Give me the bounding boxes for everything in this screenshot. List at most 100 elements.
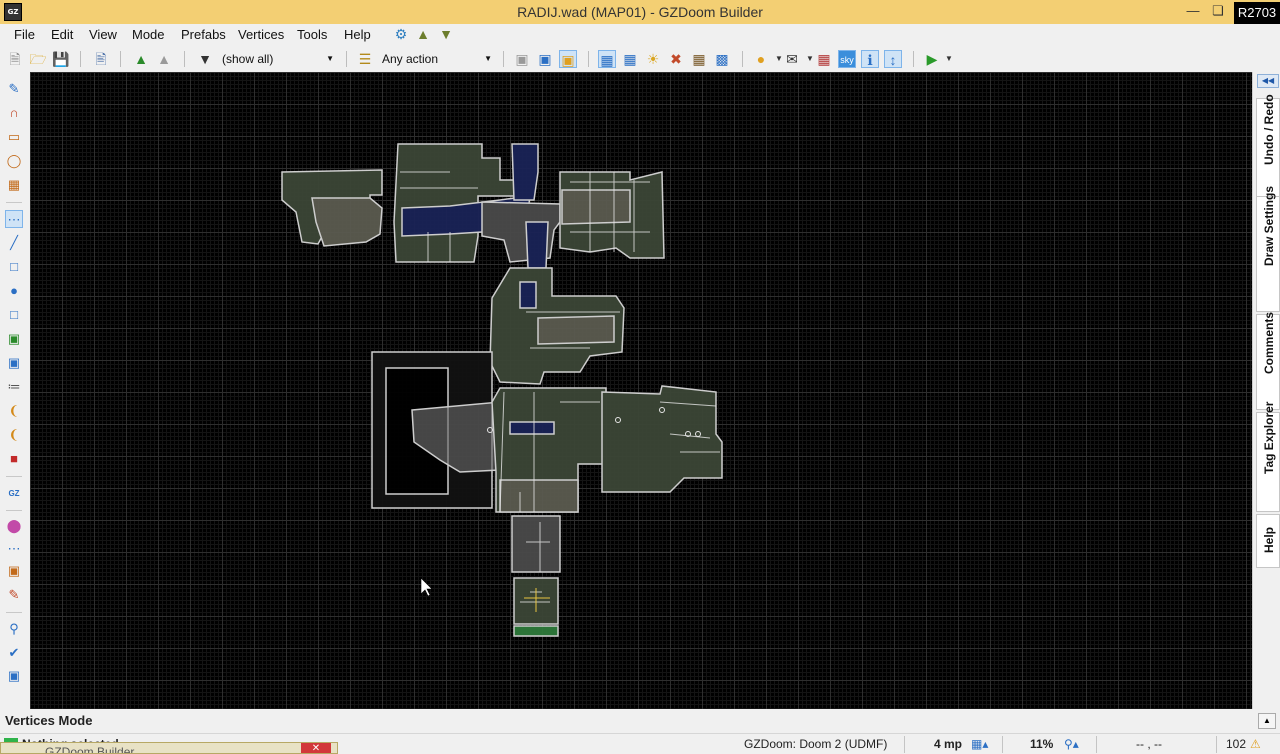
vertices-mode-icon[interactable]: ⋯ — [5, 210, 23, 228]
dynamic-light-icon[interactable]: ☀ — [644, 50, 662, 68]
expand-info-icon[interactable]: ▲ — [1258, 713, 1276, 729]
save-map-icon[interactable]: 💾 — [52, 50, 70, 68]
linedef-draw-icon[interactable]: ✎ — [5, 80, 23, 98]
new-map-icon[interactable]: 🗎 — [6, 50, 24, 68]
menu-vertices[interactable]: Vertices — [238, 27, 284, 42]
toolbar: 🗎 🗁 💾 🖹 ▲ ▲ ▼ (show all) ▼ ☰ Any action ▼ … — [0, 46, 1280, 72]
menu-bar: File Edit View Mode Prefabs Vertices Too… — [0, 24, 1280, 46]
map-sector — [511, 143, 539, 201]
chevron-down-icon: ▼ — [484, 54, 492, 63]
tab-tag-explorer[interactable]: Tag Explorer — [1256, 401, 1280, 512]
copy-icon[interactable]: ▣ — [513, 50, 531, 68]
bridge-icon[interactable]: ▣ — [5, 330, 23, 348]
sky-icon[interactable]: sky — [838, 50, 856, 68]
envelope-icon[interactable]: ✉ — [783, 50, 801, 68]
script-editor-icon[interactable]: 🖹 — [92, 50, 110, 68]
draw-line-icon[interactable]: ✎ — [5, 586, 23, 604]
menu-edit[interactable]: Edit — [51, 27, 73, 42]
info-panel: Vertices Mode ▲ — [0, 709, 1280, 733]
taskbar-popup[interactable]: GZDoom Builder ✕ — [0, 742, 338, 754]
action-value: Any action — [382, 52, 439, 66]
mouse-cursor-icon — [420, 577, 433, 597]
open-map-icon[interactable]: 🗁 — [29, 50, 47, 68]
model-icon[interactable]: ✖ — [667, 50, 685, 68]
grid-draw-icon[interactable]: ▦ — [5, 176, 23, 194]
check-icon[interactable]: ✔ — [5, 644, 23, 662]
grid-icon[interactable]: ▦▴ — [971, 737, 988, 751]
menu-tools[interactable]: Tools — [297, 27, 327, 42]
gz-icon[interactable]: GZ — [5, 485, 23, 503]
fit-select-icon[interactable]: ▣ — [5, 562, 23, 580]
grid-size-label[interactable]: 4 mp — [934, 737, 962, 751]
image-icon[interactable]: ▣ — [5, 667, 23, 685]
stair-icon[interactable]: ≔ — [5, 378, 23, 396]
texture-icon[interactable]: ▦ — [690, 50, 708, 68]
cursor-coords: -- , -- — [1136, 737, 1162, 751]
make-sector-icon[interactable]: □ — [5, 306, 23, 324]
action-icon[interactable]: ☰ — [356, 50, 374, 68]
filter-value: (show all) — [222, 52, 274, 66]
window-title: RADIJ.wad (MAP01) - GZDoom Builder — [517, 4, 763, 20]
dock-collapse-icon[interactable]: ◀◀ — [1257, 74, 1279, 88]
tab-help[interactable]: Help — [1256, 514, 1280, 568]
info-icon[interactable]: ℹ — [861, 50, 879, 68]
linedefs-mode-icon[interactable]: ╱ — [5, 234, 23, 252]
sound-propagation-icon[interactable]: ❨ — [5, 426, 23, 444]
zoom-icon[interactable]: ⚲▴ — [1064, 737, 1079, 751]
vertices-selection-icon[interactable]: ⋯ — [5, 540, 23, 558]
sound-environment-icon[interactable]: ❨ — [5, 402, 23, 420]
minimize-button[interactable]: — — [1182, 2, 1204, 20]
map-sector — [525, 221, 549, 269]
tab-tag-explorer-label: Tag Explorer — [1262, 401, 1276, 474]
color-picker-icon[interactable]: ⬤ — [5, 517, 23, 535]
map-analysis-icon[interactable]: ▦ — [815, 50, 833, 68]
things-mode-icon[interactable]: ● — [5, 282, 23, 300]
tab-draw-settings[interactable]: Draw Settings — [1256, 186, 1280, 312]
filter-icon[interactable]: ▼ — [196, 50, 214, 68]
sectors-mode-icon[interactable]: □ — [5, 258, 23, 276]
maximize-button[interactable]: ❏ — [1207, 2, 1229, 20]
zoom-icon[interactable]: ⚲ — [5, 620, 23, 638]
chevron-down-icon[interactable]: ▼ — [940, 50, 958, 68]
warning-icon[interactable]: ⚠ — [1250, 737, 1261, 751]
grid-icon[interactable]: ▦ — [598, 50, 616, 68]
ellipse-draw-icon[interactable]: ◯ — [5, 152, 23, 170]
thing-filter-icon[interactable]: ▲ — [132, 50, 150, 68]
tab-help-label: Help — [1262, 526, 1276, 553]
map-sector — [537, 315, 615, 345]
title-bar: GZ RADIJ.wad (MAP01) - GZDoom Builder — … — [0, 0, 1280, 24]
paste-special-icon[interactable]: ▣ — [559, 50, 577, 68]
tab-comments[interactable]: Comments — [1256, 312, 1280, 410]
thing-icon[interactable]: ■ — [5, 450, 23, 468]
paste-icon[interactable]: ▣ — [536, 50, 554, 68]
script-tool-icon[interactable]: ⚙ — [392, 25, 410, 43]
map-sector — [519, 281, 537, 309]
height-icon[interactable]: ↕ — [884, 50, 902, 68]
curve-icon[interactable]: ∩ — [5, 104, 23, 122]
sector-effects-icon[interactable]: ▩ — [713, 50, 731, 68]
close-icon[interactable]: ✕ — [301, 743, 331, 753]
warnings-count[interactable]: 102 — [1226, 737, 1246, 751]
import-tool-icon[interactable]: ▲ — [414, 25, 432, 43]
thing-filter-disabled-icon[interactable]: ▲ — [155, 50, 173, 68]
filter-combo[interactable]: (show all) ▼ — [222, 50, 334, 68]
test-map-icon[interactable]: ▶ — [923, 50, 941, 68]
grid-settings-icon[interactable]: ▦ — [621, 50, 639, 68]
menu-help[interactable]: Help — [344, 27, 371, 42]
zoom-label[interactable]: 11% — [1030, 737, 1053, 751]
map-canvas[interactable] — [30, 72, 1252, 709]
menu-mode[interactable]: Mode — [132, 27, 165, 42]
engine-label: GZDoom: Doom 2 (UDMF) — [744, 737, 888, 751]
sector-3d-icon[interactable]: ▣ — [5, 354, 23, 372]
mode-label: Vertices Mode — [5, 713, 93, 728]
light-bulb-icon[interactable]: ● — [752, 50, 770, 68]
map-sector — [311, 197, 383, 247]
action-combo[interactable]: Any action ▼ — [382, 50, 492, 68]
menu-file[interactable]: File — [14, 27, 35, 42]
export-tool-icon[interactable]: ▼ — [437, 25, 455, 43]
menu-prefabs[interactable]: Prefabs — [181, 27, 226, 42]
right-dock: ◀◀ Undo / Redo Draw Settings Comments Ta… — [1252, 72, 1280, 709]
rectangle-draw-icon[interactable]: ▭ — [5, 128, 23, 146]
map-sector — [513, 625, 559, 637]
menu-view[interactable]: View — [89, 27, 117, 42]
